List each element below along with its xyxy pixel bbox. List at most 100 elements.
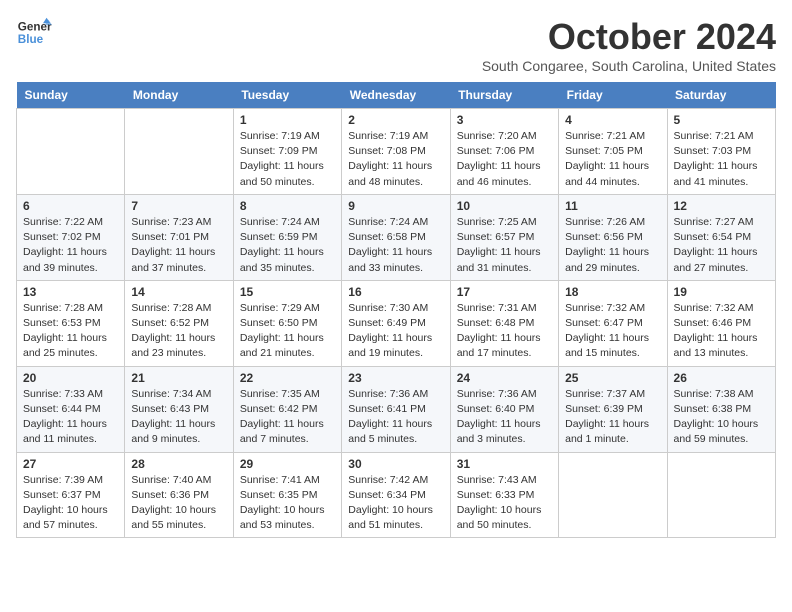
- day-info: Sunrise: 7:23 AMSunset: 7:01 PMDaylight:…: [131, 215, 226, 276]
- day-number: 4: [565, 113, 660, 127]
- day-number: 5: [674, 113, 769, 127]
- weekday-header-tuesday: Tuesday: [233, 82, 341, 109]
- calendar-cell: 14 Sunrise: 7:28 AMSunset: 6:52 PMDaylig…: [125, 280, 233, 366]
- weekday-header-thursday: Thursday: [450, 82, 558, 109]
- day-info: Sunrise: 7:25 AMSunset: 6:57 PMDaylight:…: [457, 215, 552, 276]
- day-number: 6: [23, 199, 118, 213]
- calendar-cell: 19 Sunrise: 7:32 AMSunset: 6:46 PMDaylig…: [667, 280, 775, 366]
- day-number: 26: [674, 371, 769, 385]
- day-number: 13: [23, 285, 118, 299]
- calendar-cell: 31 Sunrise: 7:43 AMSunset: 6:33 PMDaylig…: [450, 452, 558, 538]
- calendar-cell: 7 Sunrise: 7:23 AMSunset: 7:01 PMDayligh…: [125, 194, 233, 280]
- day-number: 27: [23, 457, 118, 471]
- calendar-cell: 20 Sunrise: 7:33 AMSunset: 6:44 PMDaylig…: [17, 366, 125, 452]
- day-number: 23: [348, 371, 443, 385]
- day-number: 22: [240, 371, 335, 385]
- calendar-cell: 28 Sunrise: 7:40 AMSunset: 6:36 PMDaylig…: [125, 452, 233, 538]
- calendar-cell: [559, 452, 667, 538]
- day-number: 31: [457, 457, 552, 471]
- calendar-cell: 11 Sunrise: 7:26 AMSunset: 6:56 PMDaylig…: [559, 194, 667, 280]
- calendar-cell: 9 Sunrise: 7:24 AMSunset: 6:58 PMDayligh…: [342, 194, 450, 280]
- day-info: Sunrise: 7:19 AMSunset: 7:08 PMDaylight:…: [348, 129, 443, 190]
- calendar-cell: 12 Sunrise: 7:27 AMSunset: 6:54 PMDaylig…: [667, 194, 775, 280]
- calendar-cell: 3 Sunrise: 7:20 AMSunset: 7:06 PMDayligh…: [450, 109, 558, 195]
- day-number: 21: [131, 371, 226, 385]
- logo-icon: General Blue: [16, 16, 52, 52]
- day-info: Sunrise: 7:28 AMSunset: 6:52 PMDaylight:…: [131, 301, 226, 362]
- day-number: 7: [131, 199, 226, 213]
- day-number: 8: [240, 199, 335, 213]
- day-info: Sunrise: 7:27 AMSunset: 6:54 PMDaylight:…: [674, 215, 769, 276]
- day-info: Sunrise: 7:33 AMSunset: 6:44 PMDaylight:…: [23, 387, 118, 448]
- day-number: 29: [240, 457, 335, 471]
- day-info: Sunrise: 7:32 AMSunset: 6:47 PMDaylight:…: [565, 301, 660, 362]
- day-number: 14: [131, 285, 226, 299]
- day-info: Sunrise: 7:30 AMSunset: 6:49 PMDaylight:…: [348, 301, 443, 362]
- calendar-cell: [667, 452, 775, 538]
- calendar-cell: 6 Sunrise: 7:22 AMSunset: 7:02 PMDayligh…: [17, 194, 125, 280]
- day-info: Sunrise: 7:41 AMSunset: 6:35 PMDaylight:…: [240, 473, 335, 534]
- svg-text:Blue: Blue: [18, 33, 44, 46]
- day-info: Sunrise: 7:20 AMSunset: 7:06 PMDaylight:…: [457, 129, 552, 190]
- day-info: Sunrise: 7:38 AMSunset: 6:38 PMDaylight:…: [674, 387, 769, 448]
- calendar-cell: 13 Sunrise: 7:28 AMSunset: 6:53 PMDaylig…: [17, 280, 125, 366]
- day-number: 16: [348, 285, 443, 299]
- day-info: Sunrise: 7:40 AMSunset: 6:36 PMDaylight:…: [131, 473, 226, 534]
- day-number: 3: [457, 113, 552, 127]
- calendar-cell: 23 Sunrise: 7:36 AMSunset: 6:41 PMDaylig…: [342, 366, 450, 452]
- calendar-week-1: 1 Sunrise: 7:19 AMSunset: 7:09 PMDayligh…: [17, 109, 776, 195]
- calendar-cell: 17 Sunrise: 7:31 AMSunset: 6:48 PMDaylig…: [450, 280, 558, 366]
- calendar-cell: 26 Sunrise: 7:38 AMSunset: 6:38 PMDaylig…: [667, 366, 775, 452]
- day-info: Sunrise: 7:34 AMSunset: 6:43 PMDaylight:…: [131, 387, 226, 448]
- calendar-cell: 18 Sunrise: 7:32 AMSunset: 6:47 PMDaylig…: [559, 280, 667, 366]
- day-info: Sunrise: 7:28 AMSunset: 6:53 PMDaylight:…: [23, 301, 118, 362]
- day-number: 24: [457, 371, 552, 385]
- calendar-cell: [125, 109, 233, 195]
- calendar-week-5: 27 Sunrise: 7:39 AMSunset: 6:37 PMDaylig…: [17, 452, 776, 538]
- calendar-cell: 25 Sunrise: 7:37 AMSunset: 6:39 PMDaylig…: [559, 366, 667, 452]
- day-number: 11: [565, 199, 660, 213]
- day-info: Sunrise: 7:22 AMSunset: 7:02 PMDaylight:…: [23, 215, 118, 276]
- calendar-cell: [17, 109, 125, 195]
- calendar-week-2: 6 Sunrise: 7:22 AMSunset: 7:02 PMDayligh…: [17, 194, 776, 280]
- weekday-header-saturday: Saturday: [667, 82, 775, 109]
- calendar-cell: 21 Sunrise: 7:34 AMSunset: 6:43 PMDaylig…: [125, 366, 233, 452]
- day-number: 10: [457, 199, 552, 213]
- day-number: 25: [565, 371, 660, 385]
- day-number: 12: [674, 199, 769, 213]
- day-info: Sunrise: 7:42 AMSunset: 6:34 PMDaylight:…: [348, 473, 443, 534]
- calendar-cell: 4 Sunrise: 7:21 AMSunset: 7:05 PMDayligh…: [559, 109, 667, 195]
- calendar-cell: 29 Sunrise: 7:41 AMSunset: 6:35 PMDaylig…: [233, 452, 341, 538]
- calendar-cell: 1 Sunrise: 7:19 AMSunset: 7:09 PMDayligh…: [233, 109, 341, 195]
- day-number: 2: [348, 113, 443, 127]
- calendar-week-3: 13 Sunrise: 7:28 AMSunset: 6:53 PMDaylig…: [17, 280, 776, 366]
- day-info: Sunrise: 7:21 AMSunset: 7:05 PMDaylight:…: [565, 129, 660, 190]
- calendar-cell: 10 Sunrise: 7:25 AMSunset: 6:57 PMDaylig…: [450, 194, 558, 280]
- weekday-header-row: SundayMondayTuesdayWednesdayThursdayFrid…: [17, 82, 776, 109]
- day-info: Sunrise: 7:37 AMSunset: 6:39 PMDaylight:…: [565, 387, 660, 448]
- calendar-cell: 8 Sunrise: 7:24 AMSunset: 6:59 PMDayligh…: [233, 194, 341, 280]
- weekday-header-wednesday: Wednesday: [342, 82, 450, 109]
- calendar-cell: 30 Sunrise: 7:42 AMSunset: 6:34 PMDaylig…: [342, 452, 450, 538]
- day-info: Sunrise: 7:35 AMSunset: 6:42 PMDaylight:…: [240, 387, 335, 448]
- day-info: Sunrise: 7:36 AMSunset: 6:41 PMDaylight:…: [348, 387, 443, 448]
- weekday-header-monday: Monday: [125, 82, 233, 109]
- day-number: 19: [674, 285, 769, 299]
- day-info: Sunrise: 7:32 AMSunset: 6:46 PMDaylight:…: [674, 301, 769, 362]
- calendar-table: SundayMondayTuesdayWednesdayThursdayFrid…: [16, 82, 776, 538]
- calendar-week-4: 20 Sunrise: 7:33 AMSunset: 6:44 PMDaylig…: [17, 366, 776, 452]
- day-info: Sunrise: 7:24 AMSunset: 6:58 PMDaylight:…: [348, 215, 443, 276]
- calendar-cell: 15 Sunrise: 7:29 AMSunset: 6:50 PMDaylig…: [233, 280, 341, 366]
- day-info: Sunrise: 7:26 AMSunset: 6:56 PMDaylight:…: [565, 215, 660, 276]
- day-number: 1: [240, 113, 335, 127]
- day-number: 30: [348, 457, 443, 471]
- day-number: 15: [240, 285, 335, 299]
- calendar-cell: 24 Sunrise: 7:36 AMSunset: 6:40 PMDaylig…: [450, 366, 558, 452]
- calendar-cell: 2 Sunrise: 7:19 AMSunset: 7:08 PMDayligh…: [342, 109, 450, 195]
- day-info: Sunrise: 7:29 AMSunset: 6:50 PMDaylight:…: [240, 301, 335, 362]
- day-info: Sunrise: 7:24 AMSunset: 6:59 PMDaylight:…: [240, 215, 335, 276]
- day-number: 28: [131, 457, 226, 471]
- page-header: General Blue October 2024 South Congaree…: [16, 16, 776, 74]
- day-info: Sunrise: 7:43 AMSunset: 6:33 PMDaylight:…: [457, 473, 552, 534]
- calendar-cell: 27 Sunrise: 7:39 AMSunset: 6:37 PMDaylig…: [17, 452, 125, 538]
